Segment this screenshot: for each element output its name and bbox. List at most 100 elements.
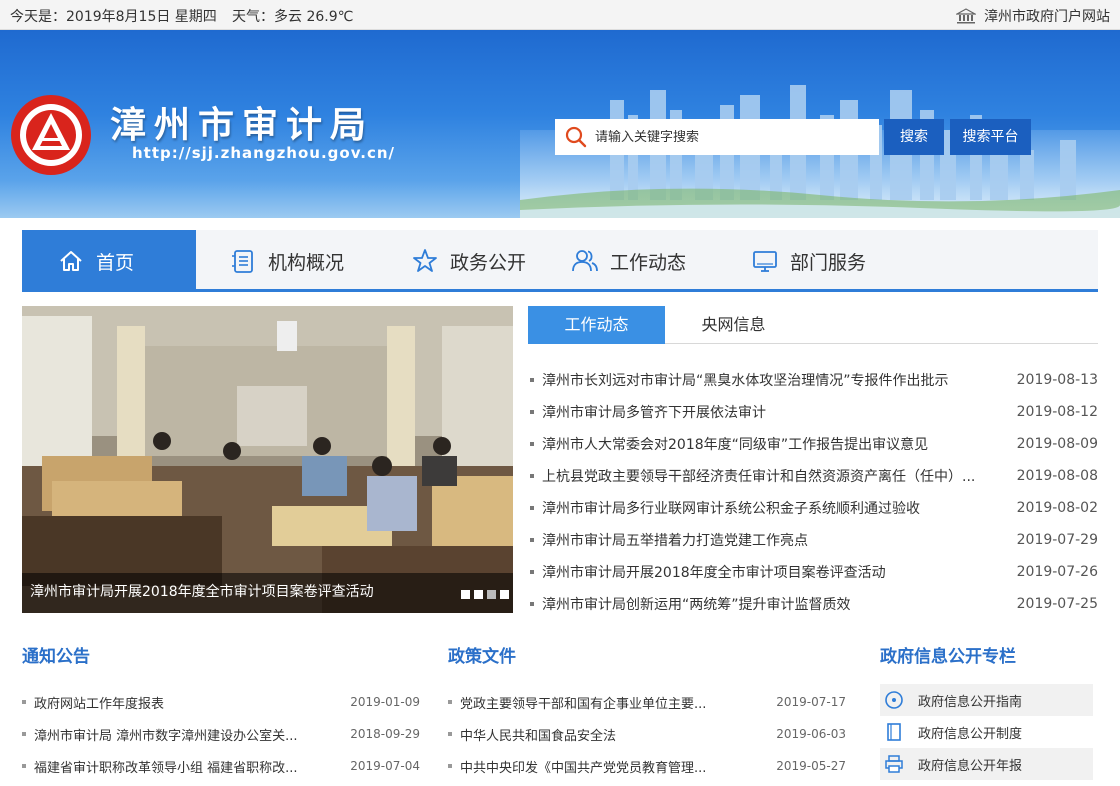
nav-government-affairs[interactable]: 政务公开 bbox=[376, 230, 552, 292]
news-date: 2019-07-26 bbox=[1016, 564, 1098, 580]
news-item[interactable]: 漳州市审计局创新运用“两统筹”提升审计监督质效 2019-07-25 bbox=[530, 588, 1098, 620]
notice-date: 2019-07-04 bbox=[350, 759, 420, 773]
gov-info-annual-report[interactable]: 政府信息公开年报 bbox=[880, 748, 1093, 780]
tab-central-news[interactable]: 央网信息 bbox=[665, 306, 802, 344]
home-icon bbox=[60, 251, 82, 271]
portal-link[interactable]: 漳州市政府门户网站 bbox=[956, 6, 1110, 26]
notice-title[interactable]: 福建省审计职称改革领导小组 福建省职称改... bbox=[34, 757, 324, 776]
nav-government-affairs-label: 政务公开 bbox=[450, 251, 527, 274]
search-icon bbox=[565, 126, 587, 148]
slider-dot[interactable] bbox=[461, 590, 470, 599]
main-nav: 首页 机构概况 政务公开 工作动态 部门服务 bbox=[22, 230, 1098, 292]
nav-organization[interactable]: 机构概况 bbox=[196, 230, 376, 292]
policies-list: 党政主要领导干部和国有企事业单位主要... 2019-07-17 中华人民共和国食… bbox=[448, 686, 846, 782]
notice-item[interactable]: 漳州市审计局 漳州市数字漳州建设办公室关... 2018-09-29 bbox=[22, 718, 420, 750]
policies-heading[interactable]: 政策文件 bbox=[448, 642, 516, 667]
nav-home[interactable]: 首页 bbox=[22, 230, 196, 292]
slider-caption[interactable]: 漳州市审计局开展2018年度全市审计项目案卷评查活动 bbox=[30, 581, 374, 601]
policy-item[interactable]: 中共中央印发《中国共产党党员教育管理... 2019-05-27 bbox=[448, 750, 846, 782]
nav-department-services-label: 部门服务 bbox=[790, 251, 867, 274]
monitor-icon bbox=[753, 251, 777, 272]
bullet bbox=[530, 570, 534, 574]
nav-work-updates-label: 工作动态 bbox=[610, 251, 687, 274]
search-box bbox=[555, 119, 879, 155]
compass-icon bbox=[885, 691, 903, 709]
slider-dots bbox=[461, 590, 509, 599]
policy-date: 2019-06-03 bbox=[776, 727, 846, 741]
news-title[interactable]: 漳州市审计局创新运用“两统筹”提升审计监督质效 bbox=[542, 594, 982, 614]
news-date: 2019-08-08 bbox=[1016, 468, 1098, 484]
search-input[interactable] bbox=[595, 129, 865, 145]
news-item[interactable]: 上杭县党政主要领导干部经济责任审计和自然资源资产离任（任中）... 2019-08… bbox=[530, 460, 1098, 492]
policy-title[interactable]: 中华人民共和国食品安全法 bbox=[460, 725, 730, 744]
meeting-room-photo bbox=[22, 306, 513, 613]
news-title[interactable]: 漳州市审计局多行业联网审计系统公积金子系统顺利通过验收 bbox=[542, 498, 982, 518]
gov-info-system[interactable]: 政府信息公开制度 bbox=[880, 716, 1093, 748]
news-item[interactable]: 漳州市长刘远对市审计局“黑臭水体攻坚治理情况”专报件作出批示 2019-08-13 bbox=[530, 364, 1098, 396]
policy-item[interactable]: 中华人民共和国食品安全法 2019-06-03 bbox=[448, 718, 846, 750]
gov-info-heading[interactable]: 政府信息公开专栏 bbox=[880, 642, 1016, 667]
bullet bbox=[530, 442, 534, 446]
audit-emblem-logo bbox=[11, 95, 91, 175]
news-item[interactable]: 漳州市人大常委会对2018年度“同级审”工作报告提出审议意见 2019-08-09 bbox=[530, 428, 1098, 460]
notice-date: 2019-01-09 bbox=[350, 695, 420, 709]
tab-work-updates[interactable]: 工作动态 bbox=[528, 306, 665, 344]
gov-info-guide-label: 政府信息公开指南 bbox=[918, 694, 1023, 710]
bullet bbox=[448, 700, 452, 704]
notice-date: 2018-09-29 bbox=[350, 727, 420, 741]
news-title[interactable]: 漳州市人大常委会对2018年度“同级审”工作报告提出审议意见 bbox=[542, 434, 982, 454]
bullet bbox=[530, 410, 534, 414]
policy-item[interactable]: 党政主要领导干部和国有企事业单位主要... 2019-07-17 bbox=[448, 686, 846, 718]
printer-icon bbox=[885, 755, 903, 773]
news-item[interactable]: 漳州市审计局五举措着力打造党建工作亮点 2019-07-29 bbox=[530, 524, 1098, 556]
news-title[interactable]: 上杭县党政主要领导干部经济责任审计和自然资源资产离任（任中）... bbox=[542, 466, 982, 486]
slider-dot[interactable] bbox=[474, 590, 483, 599]
site-url: http://sjj.zhangzhou.gov.cn/ bbox=[132, 144, 396, 162]
notice-title[interactable]: 漳州市审计局 漳州市数字漳州建设办公室关... bbox=[34, 725, 324, 744]
list-icon bbox=[232, 250, 253, 273]
nav-organization-label: 机构概况 bbox=[268, 251, 345, 274]
news-item[interactable]: 漳州市审计局开展2018年度全市审计项目案卷评查活动 2019-07-26 bbox=[530, 556, 1098, 588]
nav-work-updates[interactable]: 工作动态 bbox=[552, 230, 732, 292]
notices-list: 政府网站工作年度报表 2019-01-09 漳州市审计局 漳州市数字漳州建设办公室… bbox=[22, 686, 420, 782]
news-item[interactable]: 漳州市审计局多管齐下开展依法审计 2019-08-12 bbox=[530, 396, 1098, 428]
document-icon bbox=[887, 723, 901, 741]
weather-info: 天气：多云 26.9℃ bbox=[232, 9, 354, 25]
policy-title[interactable]: 党政主要领导干部和国有企事业单位主要... bbox=[460, 693, 730, 712]
bullet bbox=[22, 732, 26, 736]
slider-dot-active[interactable] bbox=[487, 590, 496, 599]
news-date: 2019-07-25 bbox=[1016, 596, 1098, 612]
bullet bbox=[22, 700, 26, 704]
news-title[interactable]: 漳州市审计局五举措着力打造党建工作亮点 bbox=[542, 530, 982, 550]
bullet bbox=[530, 474, 534, 478]
notice-item[interactable]: 政府网站工作年度报表 2019-01-09 bbox=[22, 686, 420, 718]
policy-date: 2019-07-17 bbox=[776, 695, 846, 709]
policy-title[interactable]: 中共中央印发《中国共产党党员教育管理... bbox=[460, 757, 730, 776]
news-date: 2019-08-12 bbox=[1016, 404, 1098, 420]
bullet bbox=[448, 732, 452, 736]
portal-link-label: 漳州市政府门户网站 bbox=[984, 9, 1110, 25]
news-date: 2019-07-29 bbox=[1016, 532, 1098, 548]
building-icon bbox=[956, 8, 976, 24]
news-date: 2019-08-02 bbox=[1016, 500, 1098, 516]
slider-dot[interactable] bbox=[500, 590, 509, 599]
bullet bbox=[22, 764, 26, 768]
news-title[interactable]: 漳州市审计局多管齐下开展依法审计 bbox=[542, 402, 982, 422]
search-button[interactable]: 搜索 bbox=[884, 119, 944, 155]
notice-title[interactable]: 政府网站工作年度报表 bbox=[34, 693, 324, 712]
bullet bbox=[448, 764, 452, 768]
notices-heading[interactable]: 通知公告 bbox=[22, 642, 90, 667]
news-item[interactable]: 漳州市审计局多行业联网审计系统公积金子系统顺利通过验收 2019-08-02 bbox=[530, 492, 1098, 524]
news-title[interactable]: 漳州市审计局开展2018年度全市审计项目案卷评查活动 bbox=[542, 562, 982, 582]
top-bar: 今天是：2019年8月15日 星期四 天气：多云 26.9℃ 漳州市政府门户网站 bbox=[0, 0, 1120, 30]
notice-item[interactable]: 福建省审计职称改革领导小组 福建省职称改... 2019-07-04 bbox=[22, 750, 420, 782]
photo-slider[interactable]: 漳州市审计局开展2018年度全市审计项目案卷评查活动 bbox=[22, 306, 513, 613]
search-platform-button[interactable]: 搜索平台 bbox=[950, 119, 1031, 155]
news-tabs: 工作动态 央网信息 bbox=[528, 306, 1098, 344]
news-title[interactable]: 漳州市长刘远对市审计局“黑臭水体攻坚治理情况”专报件作出批示 bbox=[542, 370, 982, 390]
policy-date: 2019-05-27 bbox=[776, 759, 846, 773]
nav-department-services[interactable]: 部门服务 bbox=[732, 230, 912, 292]
bullet bbox=[530, 378, 534, 382]
current-date: 今天是：2019年8月15日 星期四 bbox=[10, 9, 217, 25]
gov-info-guide[interactable]: 政府信息公开指南 bbox=[880, 684, 1093, 716]
